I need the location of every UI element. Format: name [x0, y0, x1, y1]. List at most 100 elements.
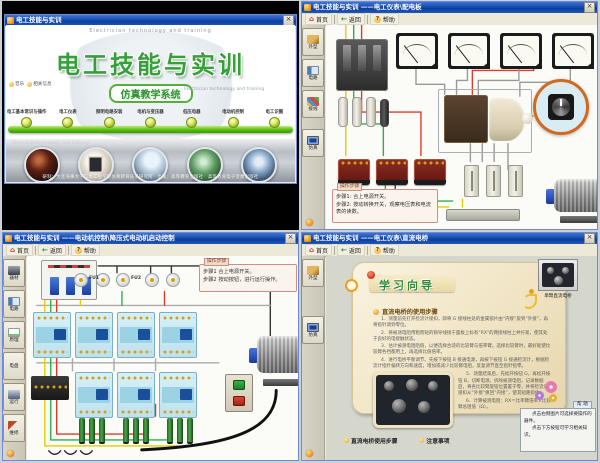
transfer-switch[interactable]: [444, 95, 488, 143]
info-button[interactable]: 相关信息: [27, 81, 51, 87]
link-precautions[interactable]: 注意事项: [419, 436, 449, 445]
sidebar-item-panel[interactable]: 电盘: [3, 352, 25, 380]
sidebar-item-run[interactable]: 运行: [3, 383, 25, 411]
menu-item-motorcontrol[interactable]: 电动机控制: [212, 109, 253, 137]
sidebar-item-simulation[interactable]: 仿真: [302, 316, 324, 344]
menu-item-machines[interactable]: 电机与变压器: [130, 109, 171, 137]
sidebar-item-repair[interactable]: 维修: [3, 414, 25, 442]
close-icon[interactable]: ×: [285, 233, 296, 244]
help-button[interactable]: ?帮助: [370, 244, 399, 256]
sidebar-item-wiring[interactable]: 接线: [302, 90, 324, 118]
splash-screen: 电工技能与实训 × Electrician technology and tra…: [2, 1, 299, 230]
current-transformer: [376, 159, 408, 185]
sidebar-item-principle[interactable]: 原理: [3, 321, 25, 349]
menu-label: 照明电路安装: [96, 109, 122, 115]
back-button[interactable]: ←返回: [337, 244, 365, 256]
guide-window: 电工技能与实训 ——电工仪表\直流电桥 × ⌂首页 ←返回 ?帮助 外型 仿真: [301, 232, 598, 461]
ring-decoration: [345, 279, 358, 292]
sidebar-label: 运行: [9, 400, 18, 405]
help-button[interactable]: ?帮助: [370, 13, 399, 25]
sidebar-item-circuit[interactable]: 电路: [3, 290, 25, 318]
close-icon[interactable]: ×: [584, 2, 595, 13]
contactor: [75, 372, 113, 418]
menu-item-basics[interactable]: 电工基本常识与操作: [6, 109, 47, 137]
menu-item-lowvoltage[interactable]: 低压电器: [171, 109, 212, 137]
back-label: 返回: [50, 246, 62, 255]
app-title: 电工技能与实训: [6, 45, 295, 80]
guide-paragraph: 2．将被测电阻用粗而短的铜导线接于面板上标有“RX”的两接线柱上并拧紧，使其处于…: [373, 331, 551, 344]
back-icon: ←: [341, 16, 347, 23]
help-line: 点击下方按钮可学习相关知识。: [524, 426, 592, 440]
contactor: [33, 312, 71, 358]
music-label: 音乐: [15, 81, 24, 87]
operation-steps-box: 操作步骤 步骤1 合上电源开关。 步骤2 按动按钮，进行运行操作。: [199, 264, 297, 292]
close-icon[interactable]: ×: [584, 233, 595, 244]
menu-node-icon[interactable]: [21, 117, 32, 128]
flower-icon: [367, 271, 375, 279]
menu-node-icon[interactable]: [62, 117, 73, 128]
autotransformer-coils: [79, 418, 105, 442]
home-label: 首页: [316, 246, 328, 255]
autotransformer-coils: [123, 418, 149, 442]
link-usage-steps[interactable]: 直流电桥使用步骤: [344, 436, 397, 445]
motor-body: [257, 336, 298, 373]
back-button[interactable]: ←返回: [38, 244, 66, 256]
fuse: [74, 273, 88, 287]
menu-label: 电工识图: [266, 109, 284, 115]
home-button[interactable]: ⌂首页: [305, 244, 332, 256]
back-label: 返回: [349, 246, 361, 255]
menu-label: 电动机控制: [222, 109, 244, 115]
home-icon: ⌂: [309, 247, 314, 254]
toolbar-separator: [334, 246, 335, 255]
motor-sim-window: 电工技能与实训 ——电动机控制\降压式电动机启动控制 × ⌂首页 ←返回 ?帮助…: [2, 232, 299, 461]
splash-body: Electrician technology and training 电工技能…: [6, 25, 295, 182]
step-line: 步骤1 合上电源开关。: [200, 269, 296, 277]
knob-pointer: [560, 99, 562, 106]
sidebar-label: 器材: [9, 276, 18, 281]
toolbar-separator: [334, 15, 335, 24]
fuse: [116, 273, 130, 287]
terminal-strip: [446, 209, 520, 221]
contactor: [159, 372, 197, 418]
analog-meter: [396, 33, 438, 69]
fuse-cylinder: [380, 99, 389, 127]
sidebar-item-simulation[interactable]: 仿真: [302, 129, 324, 157]
sidebar-item-appearance[interactable]: 外型: [302, 28, 324, 56]
app-subtitle: 仿真教学系统: [109, 84, 193, 103]
menu-item-diagrams[interactable]: 电工识图: [254, 109, 295, 137]
toolbar-separator: [367, 246, 368, 255]
menu-node-icon[interactable]: [145, 117, 156, 128]
device-thumbnail[interactable]: [538, 259, 578, 291]
circuit-icon: [8, 297, 20, 306]
home-button[interactable]: ⌂首页: [305, 13, 332, 25]
stop-button[interactable]: [233, 396, 245, 406]
tools-icon: [8, 421, 20, 430]
start-button[interactable]: [233, 380, 245, 390]
info-icon: [27, 82, 32, 87]
current-transformer: [338, 159, 370, 185]
credits-line: 研制：大连海事大学信息工程学院仿真教育技术研究所 出版：高等教育出版社 高等教育…: [6, 174, 295, 180]
menu-node-icon[interactable]: [186, 117, 197, 128]
music-icon[interactable]: [306, 450, 313, 457]
monitor-icon: [307, 136, 319, 145]
menu-item-instruments[interactable]: 电工仪表: [47, 109, 88, 137]
fuse-cylinder: [352, 97, 362, 127]
menu-node-icon[interactable]: [104, 117, 115, 128]
music-icon[interactable]: [7, 450, 14, 457]
menu-node-icon[interactable]: [269, 117, 280, 128]
home-button[interactable]: ⌂首页: [6, 244, 33, 256]
menu-item-lighting[interactable]: 照明电路安装: [89, 109, 130, 137]
help-button[interactable]: ?帮助: [71, 244, 100, 256]
music-icon[interactable]: [306, 219, 313, 226]
music-button[interactable]: 音乐: [9, 81, 24, 87]
home-label: 首页: [17, 246, 29, 255]
help-label: 帮助: [84, 246, 96, 255]
motor: [546, 177, 597, 223]
menu-node-icon[interactable]: [228, 117, 239, 128]
back-button[interactable]: ←返回: [337, 13, 365, 25]
sidebar-item-circuit[interactable]: 电路: [302, 59, 324, 87]
circuit-breaker[interactable]: [336, 39, 388, 91]
sidebar-item-appearance[interactable]: 外型: [302, 259, 324, 287]
switch-knob[interactable]: [522, 113, 533, 124]
sidebar-item-equipment[interactable]: 器材: [3, 259, 25, 287]
